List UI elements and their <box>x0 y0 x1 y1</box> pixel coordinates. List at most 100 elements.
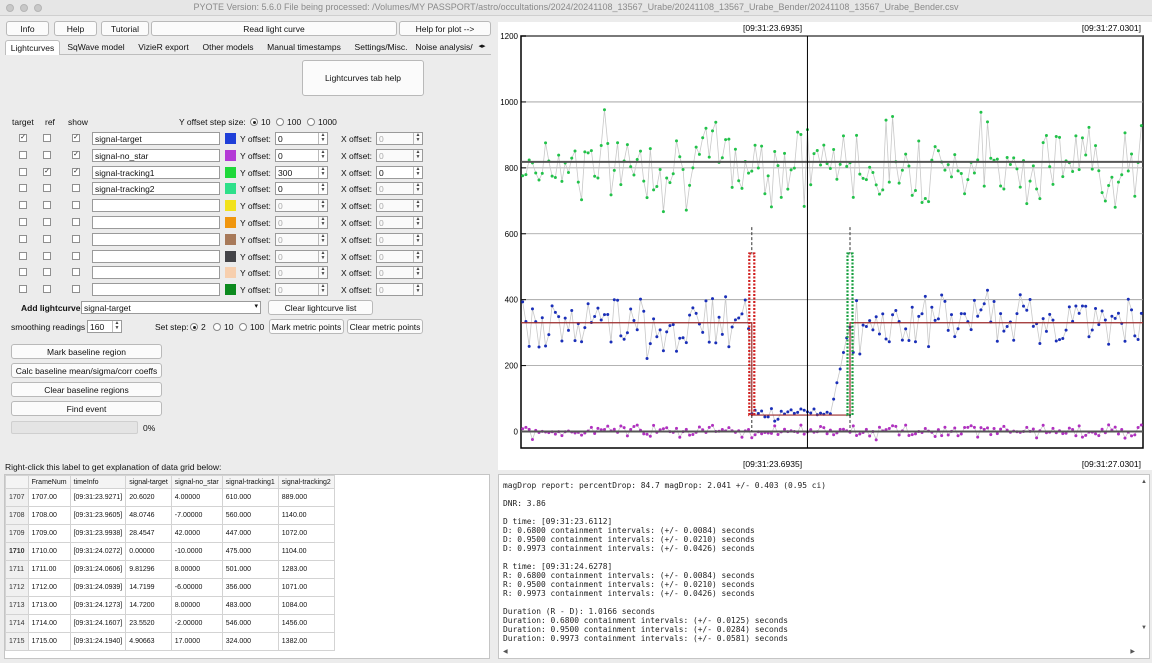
grid-cell[interactable]: [09:31:23.9605] <box>69 506 127 525</box>
grid-cell[interactable]: [09:31:24.0939] <box>69 578 127 597</box>
x-offset-spinner[interactable]: 0 ▲ ▼ <box>376 250 423 263</box>
grid-cell[interactable]: 1712.00 <box>27 578 71 597</box>
curve-name-field[interactable] <box>92 199 220 212</box>
show-checkbox[interactable]: ✓ <box>72 168 80 176</box>
tab-manual-timestamps[interactable]: Manual timestamps <box>261 40 347 55</box>
read-light-curve-button[interactable]: Read light curve <box>151 21 397 36</box>
table-row[interactable]: 1715 1715.00 [09:31:24.1940] 4.90663 17.0000… <box>5 632 335 651</box>
tab-lightcurves[interactable]: Lightcurves <box>5 40 60 55</box>
curve-name-field[interactable]: signal-tracking2 <box>92 182 220 195</box>
show-checkbox[interactable]: ✓ <box>72 151 80 159</box>
scroll-left-icon[interactable]: ◀ <box>503 648 508 655</box>
smoothing-readings-spinner[interactable]: 160 ▲ ▼ <box>87 320 122 333</box>
curve-color-swatch[interactable] <box>225 167 236 178</box>
x-offset-spinner[interactable]: 0 ▲ ▼ <box>376 132 423 145</box>
y-offset-spinner[interactable]: 300 ▲ ▼ <box>275 166 328 179</box>
y-offset-spinner[interactable]: 0 ▲ ▼ <box>275 216 328 229</box>
target-checkbox[interactable] <box>19 218 27 226</box>
spinner-arrows-icon[interactable]: ▲ ▼ <box>413 251 422 262</box>
y-offset-spinner[interactable]: 0 ▲ ▼ <box>275 199 328 212</box>
grid-cell[interactable]: 356.000 <box>221 578 279 597</box>
x-offset-spinner[interactable]: 0 ▲ ▼ <box>376 149 423 162</box>
x-offset-spinner[interactable]: 0 ▲ ▼ <box>376 216 423 229</box>
curve-name-field[interactable] <box>92 233 220 246</box>
mark-metric-points-button[interactable]: Mark metric points <box>269 319 344 334</box>
curve-name-field[interactable]: signal-no_star <box>92 149 220 162</box>
grid-cell[interactable]: 1071.00 <box>277 578 335 597</box>
ref-checkbox[interactable] <box>43 268 51 276</box>
spinner-arrows-icon[interactable]: ▲ ▼ <box>318 150 327 161</box>
target-checkbox[interactable] <box>19 268 27 276</box>
grid-cell[interactable]: -6.00000 <box>170 578 223 597</box>
grid-cell[interactable]: 889.000 <box>277 488 335 507</box>
grid-cell[interactable]: 17.0000 <box>170 632 223 651</box>
grid-cell[interactable]: 560.000 <box>221 506 279 525</box>
spinner-arrows-icon[interactable]: ▲ ▼ <box>318 251 327 262</box>
target-checkbox[interactable] <box>19 201 27 209</box>
help-for-plot-button[interactable]: Help for plot --> <box>399 21 491 36</box>
grid-cell[interactable]: 8.00000 <box>170 560 223 579</box>
curve-color-swatch[interactable] <box>225 183 236 194</box>
spinner-arrows-icon[interactable]: ▲ ▼ <box>413 200 422 211</box>
report-panel[interactable]: magDrop report: percentDrop: 84.7 magDro… <box>498 474 1150 659</box>
calc-baseline-button[interactable]: Calc baseline mean/sigma/corr coeffs <box>11 363 162 378</box>
curve-color-swatch[interactable] <box>225 251 236 262</box>
spinner-arrows-icon[interactable]: ▲ ▼ <box>413 217 422 228</box>
grid-cell[interactable]: -2.00000 <box>170 614 223 633</box>
grid-cell[interactable]: [09:31:23.9938] <box>69 524 127 543</box>
x-offset-spinner[interactable]: 0 ▲ ▼ <box>376 199 423 212</box>
table-row[interactable]: 1712 1712.00 [09:31:24.0939] 14.7199 -6.0000… <box>5 578 335 597</box>
grid-row-header[interactable]: 1708 <box>5 506 29 525</box>
target-checkbox[interactable]: ✓ <box>19 134 27 142</box>
grid-column-header[interactable]: signal-target <box>125 475 172 489</box>
curve-color-swatch[interactable] <box>225 217 236 228</box>
spinner-arrows-icon[interactable]: ▲ ▼ <box>413 234 422 245</box>
spinner-arrows-icon[interactable]: ▲ ▼ <box>318 200 327 211</box>
info-button[interactable]: Info <box>6 21 49 36</box>
grid-cell[interactable]: [09:31:24.1607] <box>69 614 127 633</box>
grid-column-header[interactable]: signal-tracking1 <box>221 475 279 489</box>
grid-row-header[interactable]: 1709 <box>5 524 29 543</box>
x-offset-spinner[interactable]: 0 ▲ ▼ <box>376 233 423 246</box>
set-step-2-radio[interactable] <box>190 323 198 331</box>
y-offset-spinner[interactable]: 0 ▲ ▼ <box>275 250 328 263</box>
grid-caption[interactable]: Right-click this label to get explanatio… <box>5 462 221 472</box>
spinner-arrows-icon[interactable]: ▲ ▼ <box>318 183 327 194</box>
grid-column-header[interactable]: signal-no_star <box>170 475 223 489</box>
grid-row-header[interactable]: 1710 <box>5 542 29 561</box>
curve-color-swatch[interactable] <box>225 200 236 211</box>
grid-cell[interactable]: 1084.00 <box>277 596 335 615</box>
ref-checkbox[interactable] <box>43 201 51 209</box>
grid-cell[interactable]: [09:31:24.0606] <box>69 560 127 579</box>
grid-column-header[interactable]: signal-tracking2 <box>277 475 335 489</box>
grid-cell[interactable]: 447.000 <box>221 524 279 543</box>
tab-settings-misc[interactable]: Settings/Misc. <box>349 40 413 55</box>
y-offset-spinner[interactable]: 0 ▲ ▼ <box>275 149 328 162</box>
grid-row-header[interactable]: 1714 <box>5 614 29 633</box>
grid-cell[interactable]: 1711.00 <box>27 560 71 579</box>
curve-name-field[interactable]: signal-target <box>92 132 220 145</box>
grid-cell[interactable]: 14.7199 <box>125 578 172 597</box>
table-row[interactable]: 1707 1707.00 [09:31:23.9271] 20.6020 4.00000… <box>5 488 335 507</box>
x-offset-spinner[interactable]: 0 ▲ ▼ <box>376 266 423 279</box>
grid-column-header[interactable]: FrameNum <box>27 475 71 489</box>
y-step-100-radio[interactable] <box>276 118 284 126</box>
ref-checkbox[interactable] <box>43 285 51 293</box>
table-row[interactable]: 1711 1711.00 [09:31:24.0606] 9.81296 8.00000… <box>5 560 335 579</box>
grid-cell[interactable]: 1714.00 <box>27 614 71 633</box>
grid-cell[interactable]: 610.000 <box>221 488 279 507</box>
y-offset-spinner[interactable]: 0 ▲ ▼ <box>275 266 328 279</box>
grid-column-header[interactable]: timeInfo <box>69 475 127 489</box>
grid-cell[interactable]: 1710.00 <box>27 542 71 561</box>
tab-noise-analysis[interactable]: Noise analysis/ <box>415 40 473 55</box>
ref-checkbox[interactable] <box>43 235 51 243</box>
grid-cell[interactable]: 48.0746 <box>125 506 172 525</box>
grid-cell[interactable]: -7.00000 <box>170 506 223 525</box>
grid-cell[interactable]: 9.81296 <box>125 560 172 579</box>
x-offset-spinner[interactable]: 0 ▲ ▼ <box>376 182 423 195</box>
grid-cell[interactable]: 1713.00 <box>27 596 71 615</box>
curve-color-swatch[interactable] <box>225 284 236 295</box>
show-checkbox[interactable] <box>72 218 80 226</box>
grid-cell[interactable]: 1707.00 <box>27 488 71 507</box>
x-offset-spinner[interactable]: 0 ▲ ▼ <box>376 283 423 296</box>
